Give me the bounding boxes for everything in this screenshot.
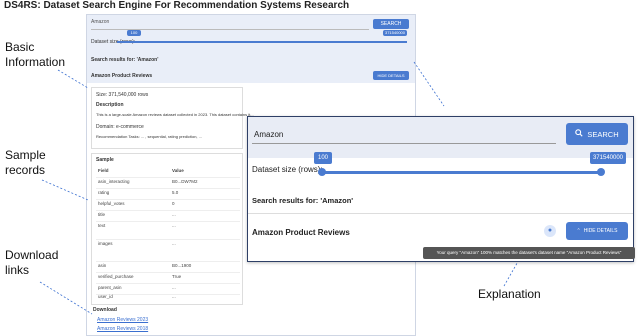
fg-hide-details-label: HIDE DETAILS: [583, 228, 618, 234]
fg-slider-min-thumb[interactable]: [318, 168, 326, 176]
connector-zoom: [413, 61, 445, 107]
fg-search-input[interactable]: Amazon: [252, 126, 556, 144]
fg-size-slider-track[interactable]: [321, 171, 601, 174]
connector-sample: [41, 179, 89, 201]
fg-slider-max-value: 371540000: [590, 152, 626, 164]
fg-search-button[interactable]: SEARCH: [566, 123, 628, 145]
fg-slider-max-thumb[interactable]: [597, 168, 605, 176]
fg-item-title: Amazon Product Reviews: [252, 228, 350, 237]
shield-icon[interactable]: ●: [544, 225, 556, 237]
fg-divider: [248, 213, 633, 214]
chevron-up-icon: ⌃: [576, 228, 581, 234]
fg-dataset-size-label: Dataset size (rows):: [252, 165, 323, 174]
search-icon: [575, 129, 583, 139]
fg-search-button-label: SEARCH: [587, 129, 619, 139]
fg-hide-details-button[interactable]: ⌃ HIDE DETAILS: [566, 222, 628, 240]
fg-results-for: Search results for: 'Amazon': [252, 196, 354, 205]
foreground-app-panel: Amazon SEARCH Dataset size (rows): 100 3…: [247, 116, 634, 262]
connector-download: [39, 281, 93, 315]
connector-explanation: [503, 257, 521, 287]
match-explanation-tooltip: Your query "Amazon" 100% matches the dat…: [423, 247, 635, 259]
connector-basic-info: [57, 69, 89, 89]
fg-slider-min-value: 100: [314, 152, 332, 164]
